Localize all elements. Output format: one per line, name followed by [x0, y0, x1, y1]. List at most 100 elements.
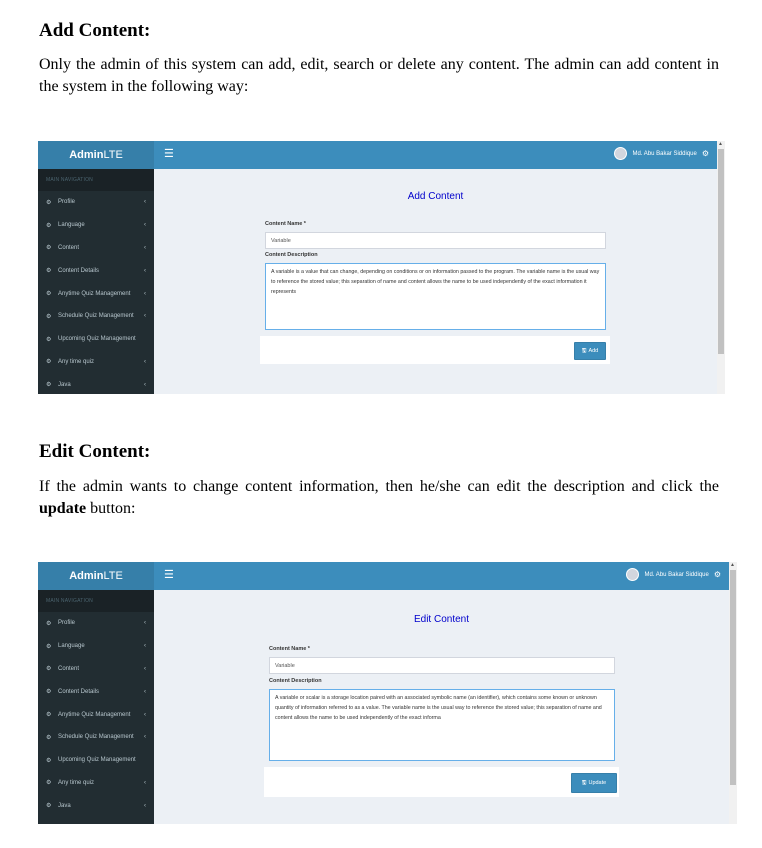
sidebar-item-0[interactable]: ⚙ Profile ‹ — [38, 191, 154, 214]
sidebar-item-3[interactable]: ⚙ Content Details ‹ — [38, 259, 154, 282]
dashboard-icon: ⚙ — [46, 245, 52, 252]
edit-content-paragraph: If the admin wants to change content inf… — [39, 478, 719, 517]
chevron-left-icon: ‹ — [144, 290, 146, 297]
content-name-input[interactable]: Variable — [269, 657, 615, 674]
hamburger-icon[interactable]: ☰ — [164, 568, 174, 581]
dashboard-icon: ⚙ — [46, 666, 52, 673]
sidebar-item-8[interactable]: ⚙ Java ‹ — [38, 373, 154, 394]
sidebar-item-label: Profile — [58, 620, 76, 627]
content-description-textarea[interactable]: A variable is a value that can change, d… — [265, 263, 606, 330]
avatar — [626, 568, 640, 581]
sidebar-item-2[interactable]: ⚙ Content ‹ — [38, 237, 154, 260]
dashboard-icon: ⚙ — [46, 643, 52, 650]
sidebar-item-label: Content — [58, 244, 80, 251]
sidebar-item-label: Language — [58, 643, 85, 650]
dashboard-icon: ⚙ — [46, 620, 52, 627]
chevron-left-icon: ‹ — [144, 643, 146, 650]
sidebar-menu: ⚙ Profile ‹ ⚙ Language ‹ ⚙ Content ‹ ⚙ Content Det… — [38, 612, 154, 817]
chevron-left-icon: ‹ — [144, 688, 146, 695]
dashboard-icon: ⚙ — [46, 199, 52, 206]
scroll-up-icon[interactable]: ▲ — [730, 562, 735, 568]
content-description-label: Content Description — [269, 678, 322, 684]
form-title: Add Content — [407, 191, 464, 202]
sidebar-item-4[interactable]: ⚙ Anytime Quiz Management ‹ — [38, 703, 154, 726]
chevron-left-icon: ‹ — [144, 267, 146, 274]
chevron-left-icon: ‹ — [144, 381, 146, 388]
content-description-label: Content Description — [265, 252, 318, 258]
form-footer — [260, 336, 610, 364]
update-button[interactable]: 🖫 Update — [571, 773, 617, 793]
sidebar-item-label: Profile — [58, 199, 76, 206]
sidebar-item-4[interactable]: ⚙ Anytime Quiz Management ‹ — [38, 282, 154, 305]
sidebar-item-8[interactable]: ⚙ Java ‹ — [38, 794, 154, 817]
dashboard-icon: ⚙ — [46, 757, 52, 764]
chevron-left-icon: ‹ — [144, 313, 146, 320]
sidebar: MAIN NAVIGATION ⚙ Profile ‹ ⚙ Language ‹ ⚙ Cont… — [38, 590, 154, 824]
sidebar-item-label: Anytime Quiz Management — [58, 290, 131, 297]
chevron-left-icon: ‹ — [144, 244, 146, 251]
content-name-label: Content Name * — [265, 221, 306, 227]
form-title: Edit Content — [413, 614, 470, 625]
add-button[interactable]: 🖫 Add — [574, 342, 606, 360]
save-icon: 🖫 — [581, 347, 587, 354]
user-menu[interactable]: Md. Abu Bakar Siddique ⚙ — [626, 568, 721, 581]
app-logo[interactable]: AdminLTE — [38, 562, 154, 590]
sidebar-item-1[interactable]: ⚙ Language ‹ — [38, 214, 154, 237]
sidebar-menu: ⚙ Profile ‹ ⚙ Language ‹ ⚙ Content ‹ ⚙ Content Det… — [38, 191, 154, 394]
sidebar-item-label: Content — [58, 665, 80, 672]
scrollbar[interactable]: ▲ — [729, 562, 737, 824]
sidebar-item-label: Upcoming Quiz Management — [58, 336, 136, 343]
nav-header: MAIN NAVIGATION — [38, 169, 154, 191]
chevron-left-icon: ‹ — [144, 711, 146, 718]
user-menu[interactable]: Md. Abu Bakar Siddique ⚙ — [614, 147, 709, 160]
gears-icon[interactable]: ⚙ — [714, 570, 721, 579]
sidebar: MAIN NAVIGATION ⚙ Profile ‹ ⚙ Language ‹ ⚙ Cont… — [38, 169, 154, 394]
sidebar-item-5[interactable]: ⚙ Schedule Quiz Management ‹ — [38, 726, 154, 749]
dashboard-icon: ⚙ — [46, 336, 52, 343]
sidebar-item-label: Upcoming Quiz Management — [58, 757, 136, 764]
sidebar-item-6[interactable]: ⚙ Upcoming Quiz Management — [38, 328, 154, 351]
form-footer — [264, 767, 619, 797]
sidebar-item-0[interactable]: ⚙ Profile ‹ — [38, 612, 154, 635]
dashboard-icon: ⚙ — [46, 803, 52, 810]
sidebar-item-5[interactable]: ⚙ Schedule Quiz Management ‹ — [38, 305, 154, 328]
scroll-up-icon[interactable]: ▲ — [718, 141, 723, 147]
edit-content-screenshot: AdminLTE ☰ Md. Abu Bakar Siddique ⚙ MAIN… — [38, 562, 737, 824]
sidebar-item-label: Anytime Quiz Management — [58, 711, 131, 718]
chevron-left-icon: ‹ — [144, 802, 146, 809]
dashboard-icon: ⚙ — [46, 780, 52, 787]
scroll-thumb[interactable] — [718, 149, 724, 354]
add-content-screenshot: AdminLTE ☰ Md. Abu Bakar Siddique ⚙ MAIN… — [38, 141, 725, 394]
scroll-thumb[interactable] — [730, 570, 736, 785]
add-content-heading: Add Content: — [39, 20, 151, 41]
sidebar-item-6[interactable]: ⚙ Upcoming Quiz Management — [38, 749, 154, 772]
content-name-input[interactable]: Variable — [265, 232, 606, 249]
chevron-left-icon: ‹ — [144, 620, 146, 627]
sidebar-item-7[interactable]: ⚙ Any time quiz ‹ — [38, 772, 154, 795]
nav-header: MAIN NAVIGATION — [38, 590, 154, 612]
chevron-left-icon: ‹ — [144, 199, 146, 206]
sidebar-item-7[interactable]: ⚙ Any time quiz ‹ — [38, 351, 154, 374]
hamburger-icon[interactable]: ☰ — [164, 147, 174, 160]
sidebar-item-label: Any time quiz — [58, 779, 95, 786]
sidebar-item-3[interactable]: ⚙ Content Details ‹ — [38, 680, 154, 703]
sidebar-item-label: Schedule Quiz Management — [58, 734, 134, 741]
sidebar-item-label: Java — [58, 381, 71, 388]
edit-content-heading: Edit Content: — [39, 441, 151, 462]
chevron-left-icon: ‹ — [144, 665, 146, 672]
sidebar-item-label: Content Details — [58, 688, 100, 695]
content-name-label: Content Name * — [269, 646, 310, 652]
gears-icon[interactable]: ⚙ — [702, 149, 709, 158]
dashboard-icon: ⚙ — [46, 291, 52, 298]
sidebar-item-label: Language — [58, 222, 85, 229]
dashboard-icon: ⚙ — [46, 359, 52, 366]
chevron-left-icon: ‹ — [144, 779, 146, 786]
save-icon: 🖫 — [581, 779, 587, 786]
dashboard-icon: ⚙ — [46, 268, 52, 275]
app-logo[interactable]: AdminLTE — [38, 141, 154, 169]
scrollbar[interactable]: ▲ — [717, 141, 725, 394]
sidebar-item-1[interactable]: ⚙ Language ‹ — [38, 635, 154, 658]
content-description-textarea[interactable]: A variable or scalar is a storage locati… — [269, 689, 615, 761]
sidebar-item-2[interactable]: ⚙ Content ‹ — [38, 658, 154, 681]
avatar — [614, 147, 628, 160]
